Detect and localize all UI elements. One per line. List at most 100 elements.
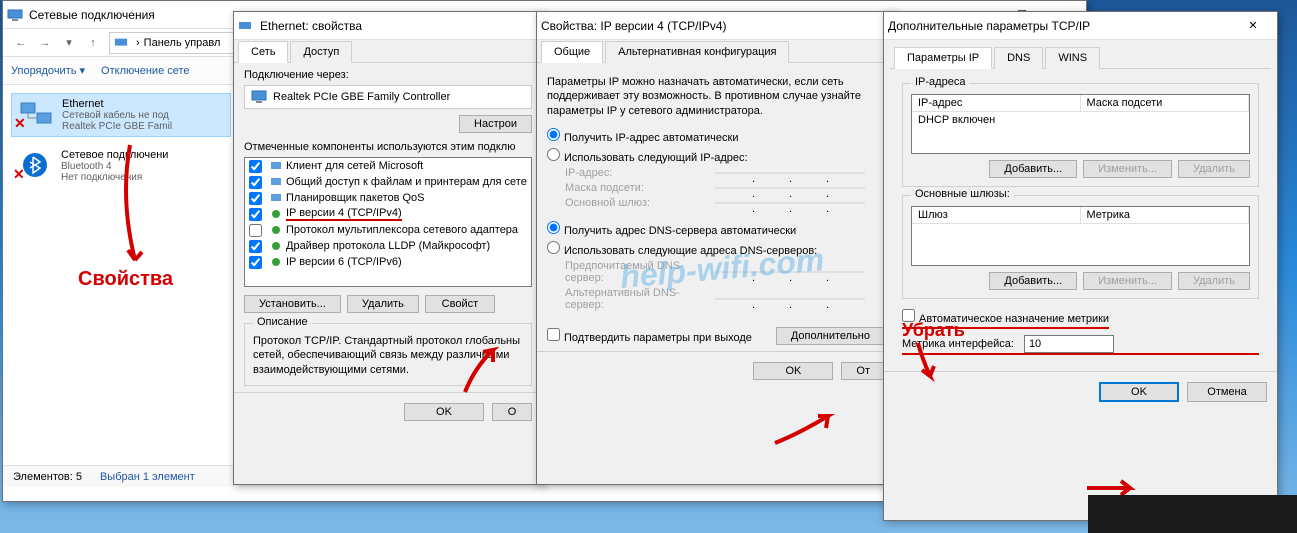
component-checkbox[interactable]	[249, 192, 262, 205]
auto-metric-checkbox[interactable]: Автоматическое назначение метрики	[902, 313, 1109, 329]
cancel-button[interactable]: Отмена	[1187, 382, 1267, 402]
back-button[interactable]: ←	[10, 32, 32, 54]
component-checkbox[interactable]	[249, 256, 262, 269]
adapter-bluetooth[interactable]: ✕ Сетевое подключени Bluetooth 4 Нет под…	[11, 145, 231, 187]
configure-button[interactable]: Настрои	[459, 115, 532, 133]
protocol-icon	[269, 223, 283, 237]
col-gateway: Шлюз	[912, 207, 1081, 223]
component-item[interactable]: Планировщик пакетов QoS	[245, 190, 531, 206]
col-mask: Маска подсети	[1081, 95, 1250, 111]
titlebar: Свойства: IP версии 4 (TCP/IPv4)	[537, 12, 895, 40]
cancel-button[interactable]: О	[492, 403, 532, 421]
radio-manual-ip[interactable]: Использовать следующий IP-адрес:	[547, 152, 748, 164]
properties-button[interactable]: Свойст	[425, 295, 495, 313]
ethernet-icon	[238, 18, 254, 34]
titlebar: Ethernet: свойства	[234, 12, 542, 40]
ip-address-input	[715, 172, 865, 174]
col-ip: IP-адрес	[912, 95, 1081, 111]
dialog-title: Ethernet: свойства	[260, 19, 538, 33]
titlebar: Дополнительные параметры TCP/IP ✕	[884, 12, 1277, 40]
tab-network[interactable]: Сеть	[238, 41, 288, 63]
validate-checkbox[interactable]: Подтвердить параметры при выходе	[547, 328, 752, 344]
gateways-list[interactable]: ШлюзМетрика	[911, 206, 1250, 266]
protocol-icon	[269, 239, 283, 253]
component-item[interactable]: Клиент для сетей Microsoft	[245, 158, 531, 174]
tab-alternate[interactable]: Альтернативная конфигурация	[605, 41, 789, 63]
component-checkbox[interactable]	[249, 224, 262, 237]
item-count: Элементов: 5	[13, 471, 82, 483]
description-label: Описание	[253, 316, 312, 328]
component-item[interactable]: Драйвер протокола LLDP (Майкрософт)	[245, 238, 531, 254]
qos-icon	[269, 191, 283, 205]
gateways-group: Основные шлюзы:	[911, 188, 1014, 200]
uninstall-button[interactable]: Удалить	[347, 295, 419, 313]
ethernet-adapter-icon: ✕	[16, 98, 56, 130]
components-label: Отмеченные компоненты используются этим …	[244, 141, 532, 153]
tab-access[interactable]: Доступ	[290, 41, 352, 63]
close-button[interactable]: ✕	[1233, 13, 1273, 39]
component-checkbox[interactable]	[249, 208, 262, 221]
delete-button: Удалить	[1178, 160, 1250, 178]
ok-button[interactable]: OK	[404, 403, 484, 421]
radio-auto-dns[interactable]: Получить адрес DNS-сервера автоматически	[547, 225, 796, 237]
gateway-input	[715, 202, 865, 204]
component-item[interactable]: IP версии 6 (TCP/IPv6)	[245, 254, 531, 270]
component-item[interactable]: Общий доступ к файлам и принтерам для се…	[245, 174, 531, 190]
component-item-ipv4[interactable]: IP версии 4 (TCP/IPv4)	[245, 206, 531, 222]
tab-strip: Сеть Доступ	[234, 40, 542, 63]
dialog-title: Дополнительные параметры TCP/IP	[888, 19, 1233, 33]
tab-general[interactable]: Общие	[541, 41, 603, 63]
ipv4-properties-dialog: Свойства: IP версии 4 (TCP/IPv4) Общие А…	[536, 11, 896, 485]
error-status-icon: ✕	[14, 115, 26, 132]
install-button[interactable]: Установить...	[244, 295, 341, 313]
client-icon	[269, 159, 283, 173]
tab-strip: Параметры IP DNS WINS	[890, 46, 1271, 69]
adapter-status: Сетевой кабель не под	[62, 110, 172, 121]
ok-button[interactable]: OK	[1099, 382, 1179, 402]
radio-auto-ip[interactable]: Получить IP-адрес автоматически	[547, 132, 738, 144]
forward-button[interactable]: →	[34, 32, 56, 54]
col-metric: Метрика	[1081, 207, 1250, 223]
component-checkbox[interactable]	[249, 176, 262, 189]
disable-device-button[interactable]: Отключение сете	[101, 65, 189, 77]
tab-dns[interactable]: DNS	[994, 47, 1043, 69]
add-button[interactable]: Добавить...	[989, 272, 1077, 290]
edit-button: Изменить...	[1083, 160, 1172, 178]
error-status-icon: ✕	[13, 166, 25, 183]
component-checkbox[interactable]	[249, 240, 262, 253]
adapter-name: Ethernet	[62, 98, 172, 110]
tab-ip-settings[interactable]: Параметры IP	[894, 47, 992, 69]
ethernet-properties-dialog: Ethernet: свойства Сеть Доступ Подключен…	[233, 11, 543, 485]
ok-button[interactable]: OK	[753, 362, 833, 380]
adapter-name: Сетевое подключени	[61, 149, 168, 161]
advanced-button[interactable]: Дополнительно	[776, 327, 885, 345]
component-checkbox[interactable]	[249, 160, 262, 173]
delete-button: Удалить	[1178, 272, 1250, 290]
interface-metric-input[interactable]	[1024, 335, 1114, 353]
component-item[interactable]: Протокол мультиплексора сетевого адаптер…	[245, 222, 531, 238]
taskbar[interactable]	[1088, 495, 1297, 533]
network-icon	[7, 7, 23, 23]
ip-addresses-list[interactable]: IP-адресМаска подсети DHCP включен	[911, 94, 1250, 154]
adapter-device: Нет подключения	[61, 172, 168, 183]
add-button[interactable]: Добавить...	[989, 160, 1077, 178]
cancel-button[interactable]: От	[841, 362, 885, 380]
ip-addresses-group: IP-адреса	[911, 76, 969, 88]
list-row[interactable]: DHCP включен	[912, 112, 1249, 128]
recent-dropdown[interactable]: ▾	[58, 32, 80, 54]
adapter-ethernet[interactable]: ✕ Ethernet Сетевой кабель не под Realtek…	[11, 93, 231, 137]
intro-text: Параметры IP можно назначать автоматичес…	[547, 75, 885, 118]
adapter-status: Bluetooth 4	[61, 161, 168, 172]
tab-wins[interactable]: WINS	[1045, 47, 1100, 69]
connect-via-label: Подключение через:	[244, 69, 532, 81]
ip-address-label: IP-адрес:	[565, 167, 715, 179]
components-list[interactable]: Клиент для сетей Microsoft Общий доступ …	[244, 157, 532, 287]
gateway-label: Основной шлюз:	[565, 197, 715, 209]
radio-manual-dns[interactable]: Использовать следующие адреса DNS-сервер…	[547, 245, 817, 257]
subnet-mask-label: Маска подсети:	[565, 182, 715, 194]
up-button[interactable]: ↑	[82, 32, 104, 54]
alternate-dns-input	[715, 298, 865, 300]
preferred-dns-input	[715, 271, 865, 273]
interface-metric-label: Метрика интерфейса:	[902, 338, 1014, 350]
organize-menu[interactable]: Упорядочить ▾	[11, 64, 85, 77]
